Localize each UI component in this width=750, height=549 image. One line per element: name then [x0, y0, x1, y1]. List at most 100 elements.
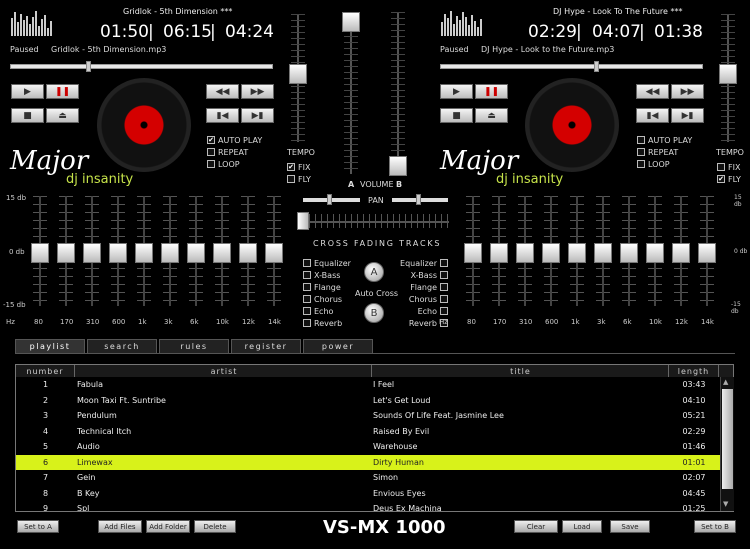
eq-b-band-slider[interactable] — [646, 196, 664, 306]
set-to-b-button[interactable]: Set to B — [694, 520, 736, 533]
checkbox-box[interactable] — [287, 175, 295, 183]
deck-b-eject-button[interactable]: ⏏ — [475, 108, 508, 123]
eq-a-band-knob[interactable] — [213, 243, 231, 263]
pan-a-knob[interactable] — [327, 194, 332, 205]
scroll-thumb[interactable] — [722, 389, 733, 489]
deck-a-repeat-checkbox[interactable]: REPEAT — [207, 146, 262, 158]
col-artist[interactable]: artist — [75, 365, 372, 377]
deck-b-pause-button[interactable]: ❚❚ — [475, 84, 508, 99]
pan-b-slider[interactable] — [392, 194, 448, 205]
checkbox-box[interactable] — [303, 271, 311, 279]
deck-a-tempo-knob[interactable] — [289, 64, 307, 84]
checkbox-box[interactable] — [440, 295, 448, 303]
add-files-button[interactable]: Add Files — [98, 520, 142, 533]
scroll-down-icon[interactable]: ▼ — [723, 501, 732, 508]
deck-b-repeat-checkbox[interactable]: REPEAT — [637, 146, 692, 158]
col-number[interactable]: number — [16, 365, 75, 377]
eq-a-band-slider[interactable] — [239, 196, 257, 306]
eq-a-band-knob[interactable] — [31, 243, 49, 263]
eq-a-band-slider[interactable] — [135, 196, 153, 306]
eq-a-band-slider[interactable] — [265, 196, 283, 306]
save-button[interactable]: Save — [610, 520, 650, 533]
checkbox-box[interactable] — [637, 148, 645, 156]
volume-a-slider[interactable] — [342, 12, 360, 174]
pan-b-knob[interactable] — [416, 194, 421, 205]
volume-b-knob[interactable] — [389, 156, 407, 176]
checkbox-box[interactable] — [303, 307, 311, 315]
scroll-up-icon[interactable]: ▲ — [723, 379, 732, 386]
deck-a-stop-button[interactable]: ■ — [11, 108, 44, 123]
fx-b-flange[interactable]: Flange — [400, 281, 448, 293]
eq-a-band-slider[interactable] — [83, 196, 101, 306]
eq-b-band-slider[interactable] — [620, 196, 638, 306]
volume-a-knob[interactable] — [342, 12, 360, 32]
eq-b-band-knob[interactable] — [516, 243, 534, 263]
delete-button[interactable]: Delete — [194, 520, 236, 533]
checkbox-box[interactable] — [440, 271, 448, 279]
auto-cross-a-button[interactable]: A — [364, 262, 384, 282]
fx-a-equalizer[interactable]: Equalizer — [303, 257, 351, 269]
table-row[interactable]: 9 Spl Deus Ex Machina 01:25 — [16, 501, 733, 511]
table-row[interactable]: 7 Gein Simon 02:07 — [16, 470, 733, 486]
checkbox-box[interactable] — [207, 160, 215, 168]
deck-a-autoplay-checkbox[interactable]: ✔ AUTO PLAY — [207, 134, 262, 146]
deck-b-rewind-button[interactable]: ◀◀ — [636, 84, 669, 99]
checkbox-box[interactable] — [440, 259, 448, 267]
table-row[interactable]: 5 Audio Warehouse 01:46 — [16, 439, 733, 455]
eq-a-band-knob[interactable] — [57, 243, 75, 263]
deck-a-rewind-button[interactable]: ◀◀ — [206, 84, 239, 99]
table-row[interactable]: 4 Technical Itch Raised By Evil 02:29 — [16, 424, 733, 440]
deck-a-vinyl[interactable] — [97, 78, 191, 172]
checkbox-box[interactable] — [303, 295, 311, 303]
table-row[interactable]: 8 B Key Envious Eyes 04:45 — [16, 486, 733, 502]
fx-b-echo[interactable]: Echo — [400, 305, 448, 317]
eq-b-band-knob[interactable] — [620, 243, 638, 263]
eq-a-band-knob[interactable] — [161, 243, 179, 263]
tab-register[interactable]: register — [231, 339, 301, 353]
checkbox-box[interactable] — [637, 136, 645, 144]
deck-b-forward-button[interactable]: ▶▶ — [671, 84, 704, 99]
deck-b-autoplay-checkbox[interactable]: AUTO PLAY — [637, 134, 692, 146]
deck-b-play-button[interactable]: ▶ — [440, 84, 473, 99]
fx-a-chorus[interactable]: Chorus — [303, 293, 351, 305]
deck-b-prev-button[interactable]: ▮◀ — [636, 108, 669, 123]
deck-b-vinyl[interactable] — [525, 78, 619, 172]
eq-a-band-knob[interactable] — [83, 243, 101, 263]
deck-a-next-button[interactable]: ▶▮ — [241, 108, 274, 123]
deck-a-loop-checkbox[interactable]: LOOP — [207, 158, 262, 170]
eq-b-band-knob[interactable] — [490, 243, 508, 263]
eq-a-band-slider[interactable] — [213, 196, 231, 306]
eq-a-band-knob[interactable] — [109, 243, 127, 263]
deck-a-fix-checkbox[interactable]: ✔ FIX — [287, 161, 311, 173]
deck-b-fly-checkbox[interactable]: ✔ FLY — [717, 173, 741, 185]
checkbox-box[interactable] — [207, 148, 215, 156]
eq-b-band-knob[interactable] — [672, 243, 690, 263]
crossfader[interactable] — [297, 212, 449, 230]
fx-b-equalizer[interactable]: Equalizer — [400, 257, 448, 269]
deck-b-seekbar[interactable] — [440, 61, 703, 72]
deck-b-seek-knob[interactable] — [594, 61, 599, 72]
col-title[interactable]: title — [372, 365, 669, 377]
crossfader-knob[interactable] — [297, 212, 309, 230]
eq-a-band-knob[interactable] — [239, 243, 257, 263]
eq-a-band-slider[interactable] — [161, 196, 179, 306]
clear-button[interactable]: Clear — [514, 520, 558, 533]
eq-a-band-slider[interactable] — [187, 196, 205, 306]
deck-a-eject-button[interactable]: ⏏ — [46, 108, 79, 123]
fx-a-flange[interactable]: Flange — [303, 281, 351, 293]
fx-a-xbass[interactable]: X-Bass — [303, 269, 351, 281]
eq-a-band-knob[interactable] — [265, 243, 283, 263]
checkbox-box[interactable] — [440, 283, 448, 291]
eq-b-band-slider[interactable] — [698, 196, 716, 306]
eq-b-band-knob[interactable] — [698, 243, 716, 263]
playlist-scrollbar[interactable]: ▲ ▼ — [720, 377, 734, 511]
tab-playlist[interactable]: playlist — [15, 339, 85, 353]
deck-a-fly-checkbox[interactable]: FLY — [287, 173, 311, 185]
fx-a-echo[interactable]: Echo — [303, 305, 351, 317]
eq-b-band-slider[interactable] — [568, 196, 586, 306]
deck-a-prev-button[interactable]: ▮◀ — [206, 108, 239, 123]
checkbox-box[interactable] — [303, 259, 311, 267]
deck-a-tempo-slider[interactable] — [289, 14, 307, 142]
deck-a-seek-knob[interactable] — [86, 61, 91, 72]
table-row[interactable]: 6 Limewax Dirty Human 01:01 — [16, 454, 733, 470]
